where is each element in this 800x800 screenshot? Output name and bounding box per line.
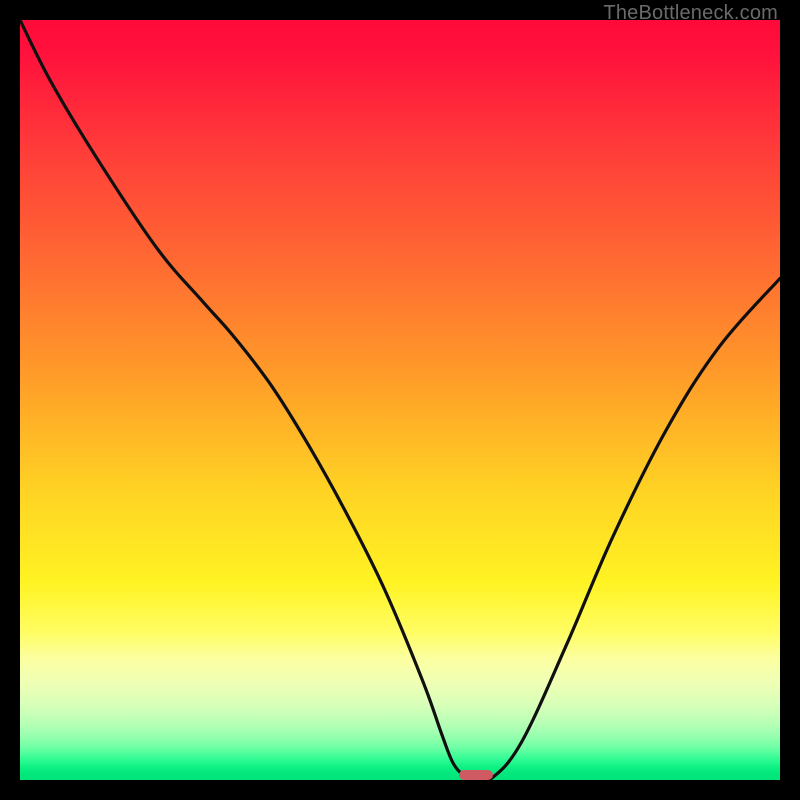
optimal-marker	[459, 770, 493, 780]
watermark-text: TheBottleneck.com	[603, 2, 778, 25]
chart-frame: TheBottleneck.com	[0, 0, 800, 800]
chart-background-gradient	[20, 20, 780, 780]
